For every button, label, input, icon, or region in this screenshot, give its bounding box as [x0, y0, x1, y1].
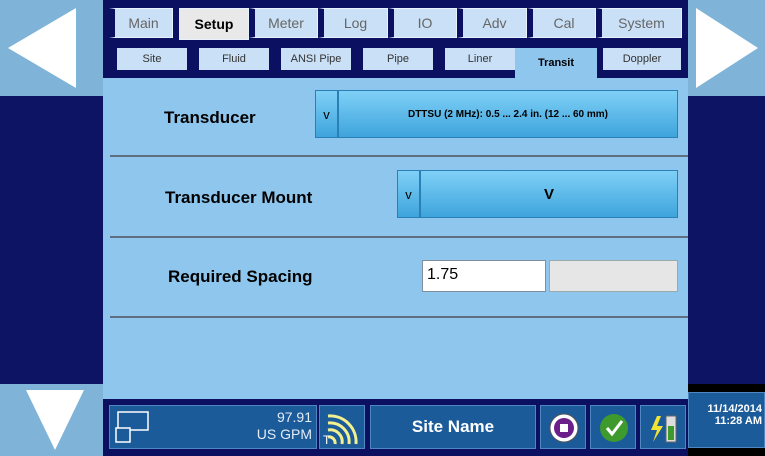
tab-band: Main Setup Meter Log IO Adv Cal System S…: [103, 0, 688, 78]
flow-unit: US GPM: [256, 426, 312, 442]
left-arrow-icon: [8, 8, 76, 88]
tab-liner[interactable]: Liner: [439, 48, 515, 70]
tab-main-label: Main: [128, 15, 159, 31]
tab-ansi-pipe[interactable]: ANSI Pipe: [275, 48, 351, 70]
flow-readout: 97.91 US GPM: [257, 409, 312, 443]
tab-io-label: IO: [417, 15, 433, 31]
signal-indicator[interactable]: T: [319, 405, 365, 449]
tab-doppler-label: Doppler: [622, 53, 662, 65]
status-ok-button[interactable]: [590, 405, 636, 449]
mount-row: Transducer Mount v V: [110, 157, 688, 238]
next-page-button[interactable]: [688, 0, 765, 96]
tab-fluid-label: Fluid: [222, 53, 246, 65]
tab-setup[interactable]: Setup: [179, 8, 249, 40]
tab-pipe-label: Pipe: [386, 53, 410, 65]
site-name-button[interactable]: Site Name: [370, 405, 536, 449]
right-arrow-icon: [696, 8, 758, 88]
main-panel: Main Setup Meter Log IO Adv Cal System S…: [103, 0, 688, 399]
date-text: 11/14/2014: [707, 403, 762, 415]
tab-adv[interactable]: Adv: [457, 8, 527, 38]
down-arrow-icon: [26, 390, 84, 450]
battery-power-icon: [651, 415, 677, 443]
tab-pipe[interactable]: Pipe: [357, 48, 433, 70]
tab-system[interactable]: System: [596, 8, 682, 38]
right-filler: [688, 96, 765, 384]
scroll-down-button[interactable]: [0, 384, 103, 456]
transducer-row: Transducer v DTTSU (2 MHz): 0.5 ... 2.4 …: [110, 78, 688, 157]
tab-io[interactable]: IO: [388, 8, 457, 38]
time-text: 11:28 AM: [714, 415, 762, 427]
mount-dropdown-button[interactable]: v: [397, 170, 420, 218]
mount-value[interactable]: V: [420, 170, 678, 218]
tab-liner-label: Liner: [467, 53, 493, 65]
flow-value: 97.91: [276, 409, 312, 425]
record-icon: [549, 413, 579, 443]
spacing-secondary-field: [549, 260, 678, 292]
tab-main[interactable]: Main: [109, 8, 173, 38]
window-icon: [115, 411, 149, 443]
tab-meter[interactable]: Meter: [249, 8, 318, 38]
tab-transit[interactable]: Transit: [515, 48, 597, 78]
record-button[interactable]: [540, 405, 586, 449]
transducer-dropdown-button[interactable]: v: [315, 90, 338, 138]
tab-site-label: Site: [142, 53, 162, 65]
tab-log[interactable]: Log: [318, 8, 388, 38]
tab-cal[interactable]: Cal: [527, 8, 596, 38]
check-icon: [600, 414, 628, 442]
signal-letter: T: [323, 433, 331, 447]
site-name-label: Site Name: [411, 417, 495, 436]
mount-label: Transducer Mount: [165, 188, 313, 207]
tab-log-label: Log: [343, 15, 368, 31]
left-filler: [0, 96, 103, 384]
tab-fluid[interactable]: Fluid: [193, 48, 269, 70]
transducer-label: Transducer: [164, 108, 256, 127]
tab-ansi-pipe-label: ANSI Pipe: [290, 53, 342, 65]
spacing-input[interactable]: 1.75: [422, 260, 546, 292]
transducer-value[interactable]: DTTSU (2 MHz): 0.5 ... 2.4 in. (12 ... 6…: [338, 90, 678, 138]
spacing-row: Required Spacing 1.75: [110, 238, 688, 318]
tab-setup-label: Setup: [194, 16, 234, 32]
tab-transit-label: Transit: [537, 57, 575, 69]
transit-settings: Transducer v DTTSU (2 MHz): 0.5 ... 2.4 …: [110, 78, 688, 396]
previous-page-button[interactable]: [0, 0, 103, 96]
tab-site[interactable]: Site: [111, 48, 187, 70]
power-status-button[interactable]: [640, 405, 686, 449]
tab-meter-label: Meter: [268, 15, 304, 31]
tab-adv-label: Adv: [482, 15, 507, 31]
tab-system-label: System: [618, 15, 665, 31]
status-bar: 97.91 US GPM T Site Name: [103, 399, 688, 456]
flow-display[interactable]: 97.91 US GPM: [109, 405, 317, 449]
date-time-display: 11/14/2014 11:28 AM: [688, 392, 765, 448]
tab-doppler[interactable]: Doppler: [597, 48, 681, 70]
tab-cal-label: Cal: [553, 15, 575, 31]
spacing-label: Required Spacing: [168, 267, 313, 286]
